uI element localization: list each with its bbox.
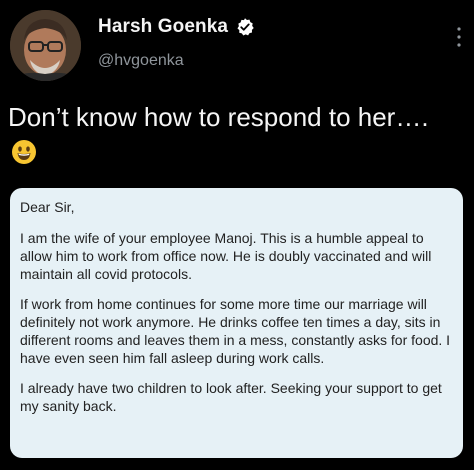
author-avatar[interactable] [10,10,81,81]
author-name[interactable]: Harsh Goenka [98,16,228,38]
more-options-icon[interactable] [456,26,462,48]
tweet-header: Harsh Goenka @hvgoenka [0,0,474,95]
grinning-face-emoji-icon [12,140,36,164]
letter-image[interactable]: Dear Sir, I am the wife of your employee… [10,188,463,458]
avatar-photo [10,10,81,81]
letter-greeting: Dear Sir, [20,199,75,215]
letter-text: Dear Sir, I am the wife of your employee… [20,198,456,427]
tweet-text: Don’t know how to respond to her…. [8,102,429,132]
letter-paragraph: I already have two children to look afte… [20,380,442,414]
verified-badge-icon [237,18,254,36]
letter-paragraph: I am the wife of your employee Manoj. Th… [20,230,432,282]
author-handle[interactable]: @hvgoenka [98,52,184,70]
tweet-body: Don’t know how to respond to her…. [8,100,448,170]
letter-paragraph: If work from home continues for some mor… [20,296,451,366]
author-name-row: Harsh Goenka [98,14,255,40]
